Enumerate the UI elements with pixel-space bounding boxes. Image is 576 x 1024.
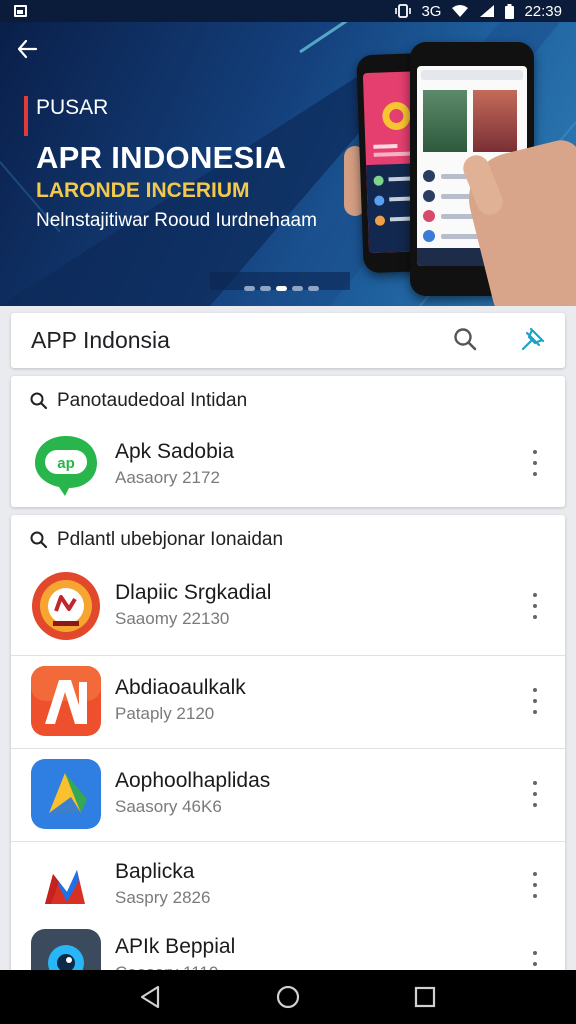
app-name: Baplicka [115, 860, 195, 883]
app-title: APP Indonsia [31, 327, 170, 353]
hero-description: Nelnstajitiwar Rooud Iurdnehaam [36, 210, 317, 231]
vibrate-icon [395, 4, 412, 18]
app-list-item[interactable]: Dlapiic Srgkadial Saaomy 22130 [11, 567, 565, 655]
section-card-2: Pdlantl ubebjonar Ionaidan Dlapiic Srgka… [11, 515, 565, 995]
system-navigation-bar [0, 970, 576, 1024]
carousel-dot[interactable] [308, 286, 319, 291]
app-meta: Pataply 2120 [115, 704, 215, 723]
back-button[interactable] [16, 38, 38, 65]
battery-icon [505, 3, 515, 19]
app-list-item[interactable]: Abdiaoaulkalk Pataply 2120 [11, 656, 565, 748]
wifi-icon [452, 5, 469, 17]
section-card-1: Panotaudedoal Intidan ap Apk Sadobia Aas… [11, 376, 565, 507]
search-icon [454, 328, 477, 351]
carousel-dot[interactable] [244, 286, 255, 291]
hero-banner[interactable]: PUSAR APR INDONESIA LARONDE INCERIUM Nel… [0, 22, 576, 306]
app-icon: ap [31, 430, 101, 500]
carousel-dot-active[interactable] [276, 286, 287, 291]
app-icon [31, 852, 101, 922]
more-options-button[interactable] [528, 688, 542, 714]
recents-nav-button[interactable] [410, 982, 440, 1012]
pin-icon [521, 327, 545, 351]
app-icon [31, 666, 101, 736]
search-button[interactable] [451, 325, 481, 355]
app-name: Apk Sadobia [115, 440, 235, 463]
carousel-dot[interactable] [260, 286, 271, 291]
carousel-indicator [244, 286, 319, 291]
svg-text:ap: ap [57, 455, 75, 472]
back-nav-button[interactable] [136, 982, 166, 1012]
app-list-item[interactable]: Aophoolhaplidas Saasory 46K6 [11, 749, 565, 841]
circle-home-icon [276, 985, 300, 1009]
cell-signal-icon [480, 5, 495, 17]
app-icon [31, 759, 101, 829]
app-meta: Saaomy 22130 [115, 609, 230, 628]
app-list-item[interactable]: Baplicka Saspry 2826 [11, 842, 565, 930]
more-options-button[interactable] [528, 781, 542, 807]
more-options-button[interactable] [528, 593, 542, 619]
more-options-button[interactable] [528, 872, 542, 898]
app-meta: Saasory 46K6 [115, 797, 222, 816]
app-name: APIk Beppial [115, 935, 236, 958]
clock: 22:39 [524, 2, 562, 20]
network-type-label: 3G [421, 2, 442, 20]
app-list-item[interactable]: ap Apk Sadobia Aasaory 2172 [11, 430, 565, 507]
status-right: 3G 22:39 [395, 3, 562, 20]
search-icon [30, 392, 48, 410]
section-header-1: Panotaudedoal Intidan [29, 390, 247, 412]
app-meta: Saspry 2826 [115, 888, 211, 907]
triangle-back-icon [140, 985, 160, 1009]
status-bar: 3G 22:39 [0, 0, 576, 22]
more-options-button[interactable] [528, 450, 542, 476]
hero-kicker: PUSAR [36, 96, 109, 119]
app-name: Abdiaoaulkalk [115, 676, 246, 699]
section-header-label: Panotaudedoal Intidan [57, 390, 248, 411]
carousel-dot[interactable] [292, 286, 303, 291]
hero-subtitle: LARONDE INCERIUM [36, 179, 250, 202]
hero-title: APR INDONESIA [36, 140, 287, 175]
app-header-card: APP Indonsia [11, 313, 565, 368]
square-recents-icon [414, 986, 436, 1008]
back-arrow-icon [17, 39, 38, 59]
share-button[interactable] [517, 325, 547, 355]
app-icon [31, 571, 101, 641]
status-left [14, 5, 27, 17]
home-nav-button[interactable] [273, 982, 303, 1012]
notification-image-icon [14, 5, 27, 17]
app-meta: Aasaory 2172 [115, 468, 220, 487]
app-name: Dlapiic Srgkadial [115, 581, 272, 604]
search-icon [30, 531, 48, 549]
section-header-2: Pdlantl ubebjonar Ionaidan [29, 529, 283, 551]
section-header-label: Pdlantl ubebjonar Ionaidan [57, 529, 284, 550]
app-name: Aophoolhaplidas [115, 769, 271, 792]
hero-accent-bar [24, 96, 28, 136]
